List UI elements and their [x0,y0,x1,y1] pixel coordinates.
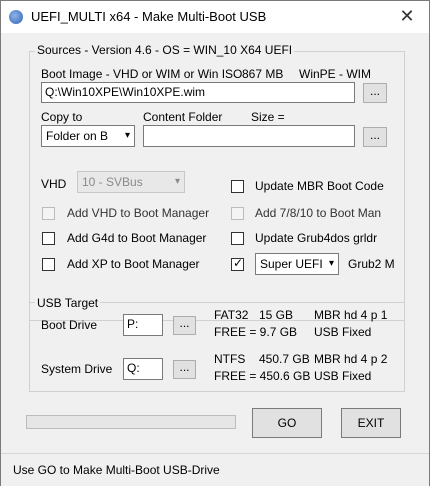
super-uefi-value: Super UEFI [260,257,323,271]
content-folder-browse-button[interactable]: ... [363,127,387,147]
system-usb: USB Fixed [314,369,372,383]
sources-legend: Sources - Version 4.6 - OS = WIN_10 X64 … [35,43,295,57]
boot-fs: FAT32 [214,308,249,322]
boot-usb: USB Fixed [314,325,372,339]
add-g4d-checkbox[interactable] [42,232,55,245]
copy-to-label: Copy to [41,110,83,124]
content-folder-label: Content Folder [143,110,223,124]
boot-image-size: 867 MB [242,67,284,81]
update-grub4dos-label: Update Grub4dos grldr [255,231,378,245]
add-xp-label: Add XP to Boot Manager [67,257,200,271]
content-folder-input[interactable] [143,125,355,147]
boot-total: 15 GB [259,308,294,322]
boot-mbr: MBR hd 4 p 1 [314,308,388,322]
system-drive-browse-button[interactable]: ... [173,360,196,379]
add-xp-checkbox[interactable] [42,258,55,271]
size-label: Size = [251,110,285,124]
system-total: 450.7 GB [259,352,310,366]
system-mbr: MBR hd 4 p 2 [314,352,388,366]
update-mbr-checkbox[interactable] [231,180,244,193]
update-grub4dos-checkbox[interactable] [231,232,244,245]
boot-image-type: WinPE - WIM [299,67,371,81]
window-title: UEFI_MULTI x64 - Make Multi-Boot USB [31,9,267,24]
close-icon[interactable]: ✕ [385,1,429,33]
title-bar: UEFI_MULTI x64 - Make Multi-Boot USB ✕ [1,1,429,33]
status-text: Use GO to Make Multi-Boot USB-Drive [13,463,220,477]
add-vhd-label: Add VHD to Boot Manager [67,206,210,220]
system-drive-input[interactable]: Q: [123,358,163,380]
usb-target-legend: USB Target [35,296,101,310]
add-vhd-checkbox[interactable] [42,207,55,220]
chevron-down-icon: ▾ [174,176,180,187]
add-7810-checkbox[interactable] [231,207,244,220]
copy-to-value: Folder on B [46,129,109,143]
status-bar: Use GO to Make Multi-Boot USB-Drive [1,453,429,486]
grub2-label: Grub2 M [348,257,395,271]
boot-drive-browse-button[interactable]: ... [173,316,196,335]
main-content: Sources - Version 4.6 - OS = WIN_10 X64 … [1,33,429,453]
vhd-select[interactable]: 10 - SVBus ▾ [77,171,185,193]
go-button[interactable]: GO [252,408,322,438]
super-uefi-checkbox[interactable] [231,256,244,271]
vhd-label: VHD [41,177,67,191]
system-fs: NTFS [214,352,246,366]
boot-image-path-input[interactable]: Q:\Win10XPE\Win10XPE.wim [41,82,355,103]
boot-image-browse-button[interactable]: ... [363,83,387,103]
app-logo-icon [9,10,23,24]
system-drive-label: System Drive [41,362,113,376]
vhd-value: 10 - SVBus [82,175,143,189]
update-mbr-label: Update MBR Boot Code [255,179,384,193]
system-free: FREE = 450.6 GB [214,369,311,383]
boot-drive-label: Boot Drive [41,318,98,332]
boot-free: FREE = 9.7 GB [214,325,298,339]
chevron-down-icon: ▾ [124,130,130,141]
chevron-down-icon: ▾ [328,258,334,269]
copy-to-select[interactable]: Folder on B ▾ [41,125,135,147]
add-g4d-label: Add G4d to Boot Manager [67,231,207,245]
exit-button[interactable]: EXIT [341,408,401,438]
progress-bar [26,415,236,429]
boot-image-label: Boot Image - VHD or WIM or Win ISO [41,67,243,81]
boot-drive-input[interactable]: P: [123,314,163,336]
add-7810-label: Add 7/8/10 to Boot Man [255,206,382,220]
super-uefi-select[interactable]: Super UEFI ▾ [255,253,339,275]
app-window: UEFI_MULTI x64 - Make Multi-Boot USB ✕ S… [0,0,430,486]
